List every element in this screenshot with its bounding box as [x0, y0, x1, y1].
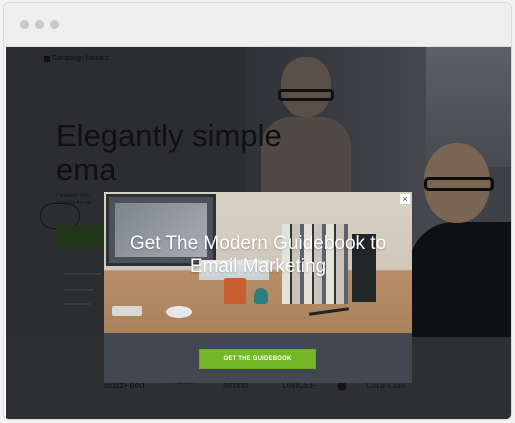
desk-cable — [308, 307, 350, 316]
glasses-icon — [278, 89, 334, 101]
desk-cup — [224, 278, 246, 304]
hero-headline-line2: ema — [56, 152, 117, 187]
browser-titlebar — [4, 3, 511, 47]
desk-mouse — [166, 306, 192, 318]
page-viewport: Campaign Monitor Elegantly simple ema Ca… — [6, 47, 511, 419]
brand-logo-text[interactable]: Campaign Monitor — [52, 55, 109, 62]
desk-plant — [254, 288, 268, 304]
person-head — [281, 57, 331, 117]
browser-window: Campaign Monitor Elegantly simple ema Ca… — [3, 2, 512, 420]
modal-title: Get The Modern Guidebook to Email Market… — [104, 232, 412, 278]
brand-logo-icon — [44, 56, 50, 62]
modal-title-line2: Email Marketing — [189, 256, 327, 277]
close-icon[interactable]: × — [400, 194, 410, 204]
hero-subtext-line1: Campaign Mon — [56, 193, 90, 199]
hero-cta-button[interactable] — [56, 225, 104, 249]
window-dot-close[interactable] — [20, 20, 29, 29]
hero-divider — [64, 289, 94, 291]
glasses-icon — [424, 177, 494, 191]
window-dot-maximize[interactable] — [50, 20, 59, 29]
modal-hero-image: Get The Modern Guidebook to Email Market… — [104, 192, 412, 333]
desk-phone — [112, 306, 142, 316]
hero-headline-line1: Elegantly simple — [56, 118, 282, 153]
modal-title-line1: Get The Modern Guidebook to — [129, 233, 387, 254]
window-dot-minimize[interactable] — [35, 20, 44, 29]
hero-divider — [64, 303, 90, 305]
hero-divider — [64, 273, 102, 275]
guidebook-modal: Get The Modern Guidebook to Email Market… — [104, 192, 412, 383]
hero-headline: Elegantly simple ema — [56, 119, 282, 187]
get-guidebook-button[interactable]: GET THE GUIDEBOOK — [199, 349, 316, 369]
person-body — [409, 222, 511, 342]
